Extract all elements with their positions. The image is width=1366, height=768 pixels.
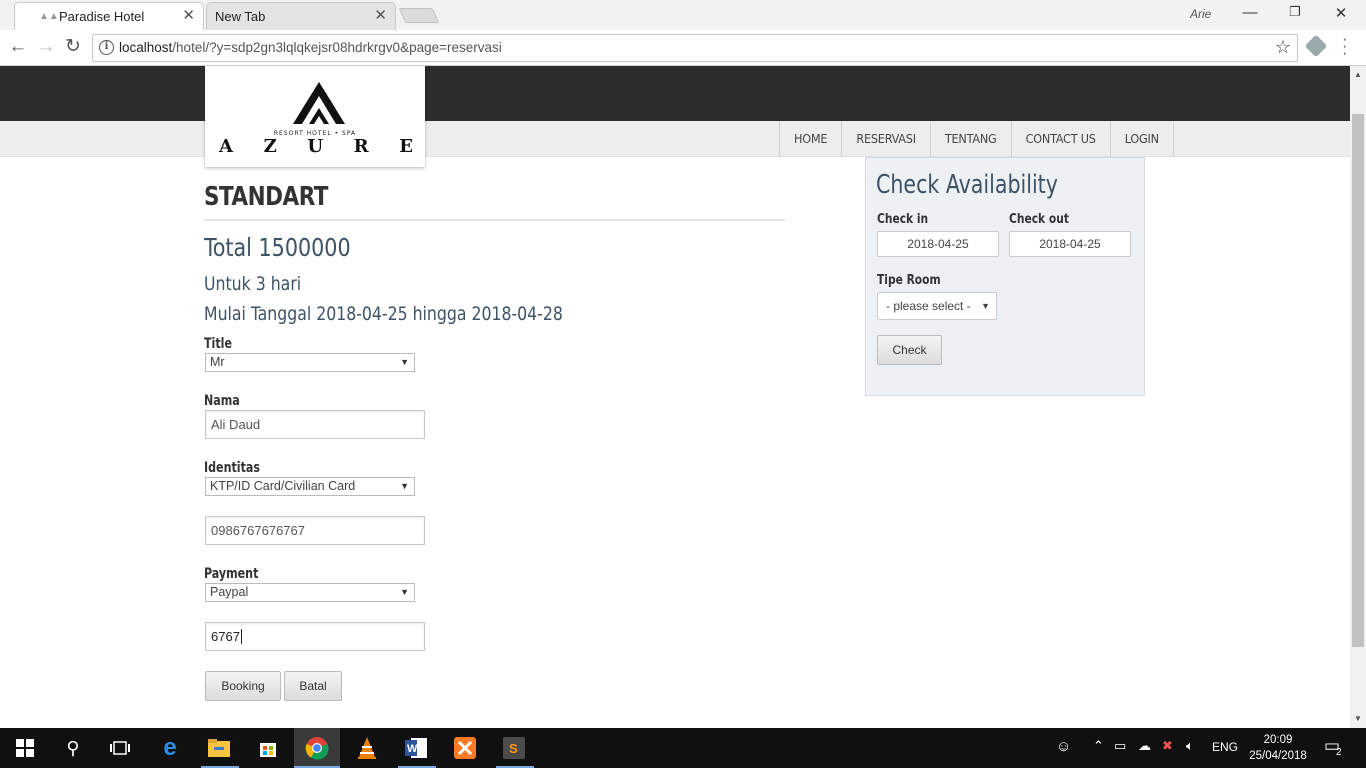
title-select[interactable]: Mr ▼ bbox=[205, 353, 415, 372]
search-icon[interactable]: ⚲ bbox=[60, 735, 86, 761]
bookmark-star-icon[interactable]: ☆ bbox=[1275, 37, 1291, 58]
volume-icon[interactable]: 🔈︎ bbox=[1186, 738, 1194, 754]
browser-menu-icon[interactable]: · · · bbox=[1342, 32, 1347, 62]
scroll-up-icon[interactable]: ▲ bbox=[1354, 70, 1362, 79]
language-indicator[interactable]: ENG bbox=[1212, 740, 1238, 754]
payment-select[interactable]: Paypal ▼ bbox=[205, 583, 415, 602]
task-view-icon[interactable] bbox=[107, 735, 133, 761]
nav-item-home[interactable]: HOME bbox=[779, 121, 841, 157]
checkout-label: Check out bbox=[1009, 211, 1069, 227]
taskbar-clock[interactable]: 20:09 25/04/2018 bbox=[1243, 732, 1313, 764]
check-button[interactable]: Check bbox=[877, 335, 942, 365]
booking-button[interactable]: Booking bbox=[205, 671, 281, 701]
dropdown-arrow-icon: ▼ bbox=[981, 301, 990, 311]
tab-paradise-hotel[interactable]: ▲▲ Paradise Hotel ✕ bbox=[14, 2, 204, 30]
reload-icon[interactable]: ↻ bbox=[62, 36, 84, 58]
store-icon[interactable] bbox=[255, 735, 281, 761]
site-logo[interactable]: RESORT HOTEL • SPA A Z U R E bbox=[205, 66, 425, 167]
page-viewport: HOME RESERVASI TENTANG CONTACT US LOGIN … bbox=[0, 66, 1350, 728]
nav-item-contact-us[interactable]: CONTACT US bbox=[1010, 121, 1110, 157]
identity-label: Identitas bbox=[204, 460, 260, 476]
identity-number-input[interactable]: 0986767676767 bbox=[205, 516, 425, 545]
address-bar[interactable]: i localhost/hotel/?y=sdp2gn3lqlqkejsr08h… bbox=[92, 34, 1298, 62]
title-label: Title bbox=[204, 336, 232, 352]
dropdown-arrow-icon: ▼ bbox=[400, 587, 409, 597]
vlc-icon[interactable] bbox=[354, 735, 380, 761]
dropdown-arrow-icon: ▼ bbox=[400, 481, 409, 491]
tab-title: Paradise Hotel bbox=[59, 9, 145, 24]
availability-title: Check Availability bbox=[876, 170, 1058, 200]
minimize-icon[interactable]: — bbox=[1240, 4, 1260, 21]
checkout-input[interactable]: 2018-04-25 bbox=[1009, 231, 1131, 257]
azure-logo-mark-icon bbox=[293, 82, 345, 124]
battery-icon[interactable]: ▭ bbox=[1114, 738, 1126, 754]
word-icon[interactable]: W bbox=[403, 735, 429, 761]
chrome-icon bbox=[305, 737, 329, 760]
payment-number-input[interactable]: 6767 bbox=[205, 622, 425, 651]
room-type-label: Tipe Room bbox=[877, 272, 941, 288]
svg-text:S: S bbox=[509, 741, 518, 756]
back-arrow-icon[interactable]: ← bbox=[7, 36, 29, 58]
room-type-select[interactable]: - please select - ▼ bbox=[877, 292, 997, 320]
page-scrollbar[interactable]: ▲ ▼ bbox=[1350, 66, 1366, 728]
restore-icon[interactable]: ❐ bbox=[1285, 4, 1305, 20]
profile-name[interactable]: Arie bbox=[1190, 7, 1211, 21]
forward-arrow-icon[interactable]: → bbox=[35, 36, 57, 58]
site-header-bar bbox=[0, 66, 1350, 121]
tab-close-icon[interactable]: ✕ bbox=[182, 8, 195, 24]
stay-date-range: Mulai Tanggal 2018-04-25 hingga 2018-04-… bbox=[204, 303, 563, 325]
xampp-icon[interactable] bbox=[452, 735, 478, 761]
nav-item-login[interactable]: LOGIN bbox=[1109, 121, 1174, 157]
browser-tab-strip: ▲▲ Paradise Hotel ✕ New Tab ✕ Arie — ❐ ✕ bbox=[0, 0, 1366, 30]
info-icon[interactable]: i bbox=[99, 40, 114, 55]
name-input[interactable]: Ali Daud bbox=[205, 410, 425, 439]
checkin-input[interactable]: 2018-04-25 bbox=[877, 231, 999, 257]
sublime-text-icon[interactable]: S bbox=[501, 735, 527, 761]
url-text[interactable]: localhost/hotel/?y=sdp2gn3lqlqkejsr08hdr… bbox=[119, 40, 502, 55]
file-explorer-icon[interactable] bbox=[206, 735, 232, 761]
svg-text:W: W bbox=[407, 743, 418, 755]
clock-time: 20:09 bbox=[1263, 734, 1293, 746]
antivirus-icon[interactable]: ✖ bbox=[1162, 738, 1173, 754]
total-price: Total 1500000 bbox=[204, 233, 351, 262]
logo-wordmark: A Z U R E bbox=[219, 136, 413, 157]
system-tray: ☺ ⌃ ▭ ☁ ✖ 🔈︎ ENG ▭ 2 bbox=[1050, 728, 1366, 768]
name-label: Nama bbox=[204, 393, 240, 409]
room-type-heading: STANDART bbox=[204, 182, 329, 212]
network-icon[interactable]: ☁ bbox=[1138, 738, 1151, 754]
tab-new-tab[interactable]: New Tab ✕ bbox=[206, 2, 396, 30]
scroll-down-icon[interactable]: ▼ bbox=[1354, 714, 1362, 723]
notification-count: 2 bbox=[1336, 747, 1342, 758]
nav-item-reservasi[interactable]: RESERVASI bbox=[841, 121, 930, 157]
tab-title: New Tab bbox=[215, 9, 266, 24]
tab-close-icon[interactable]: ✕ bbox=[374, 8, 387, 24]
identity-type-select[interactable]: KTP/ID Card/Civilian Card ▼ bbox=[205, 477, 415, 496]
new-tab-button[interactable] bbox=[398, 8, 440, 23]
nav-item-tentang[interactable]: TENTANG bbox=[929, 121, 1011, 157]
windows-start-icon[interactable] bbox=[12, 735, 38, 761]
cancel-button[interactable]: Batal bbox=[284, 671, 342, 701]
people-icon[interactable]: ☺ bbox=[1056, 738, 1071, 755]
clock-date: 25/04/2018 bbox=[1249, 750, 1307, 762]
chrome-taskbar-button[interactable] bbox=[294, 728, 340, 768]
scrollbar-thumb[interactable] bbox=[1352, 114, 1364, 647]
tray-chevron-icon[interactable]: ⌃ bbox=[1093, 738, 1104, 754]
dropdown-arrow-icon: ▼ bbox=[400, 357, 409, 367]
site-nav-menu: HOME RESERVASI TENTANG CONTACT US LOGIN bbox=[779, 121, 1174, 157]
payment-label: Payment bbox=[204, 566, 259, 582]
heading-divider bbox=[204, 219, 785, 221]
checkin-label: Check in bbox=[877, 211, 929, 227]
favicon-icon: ▲▲ bbox=[39, 11, 59, 22]
edge-browser-icon[interactable]: e bbox=[157, 734, 183, 761]
stay-duration: Untuk 3 hari bbox=[204, 273, 302, 295]
close-window-icon[interactable]: ✕ bbox=[1331, 4, 1351, 22]
check-availability-panel: Check Availability Check in Check out 20… bbox=[865, 157, 1145, 396]
